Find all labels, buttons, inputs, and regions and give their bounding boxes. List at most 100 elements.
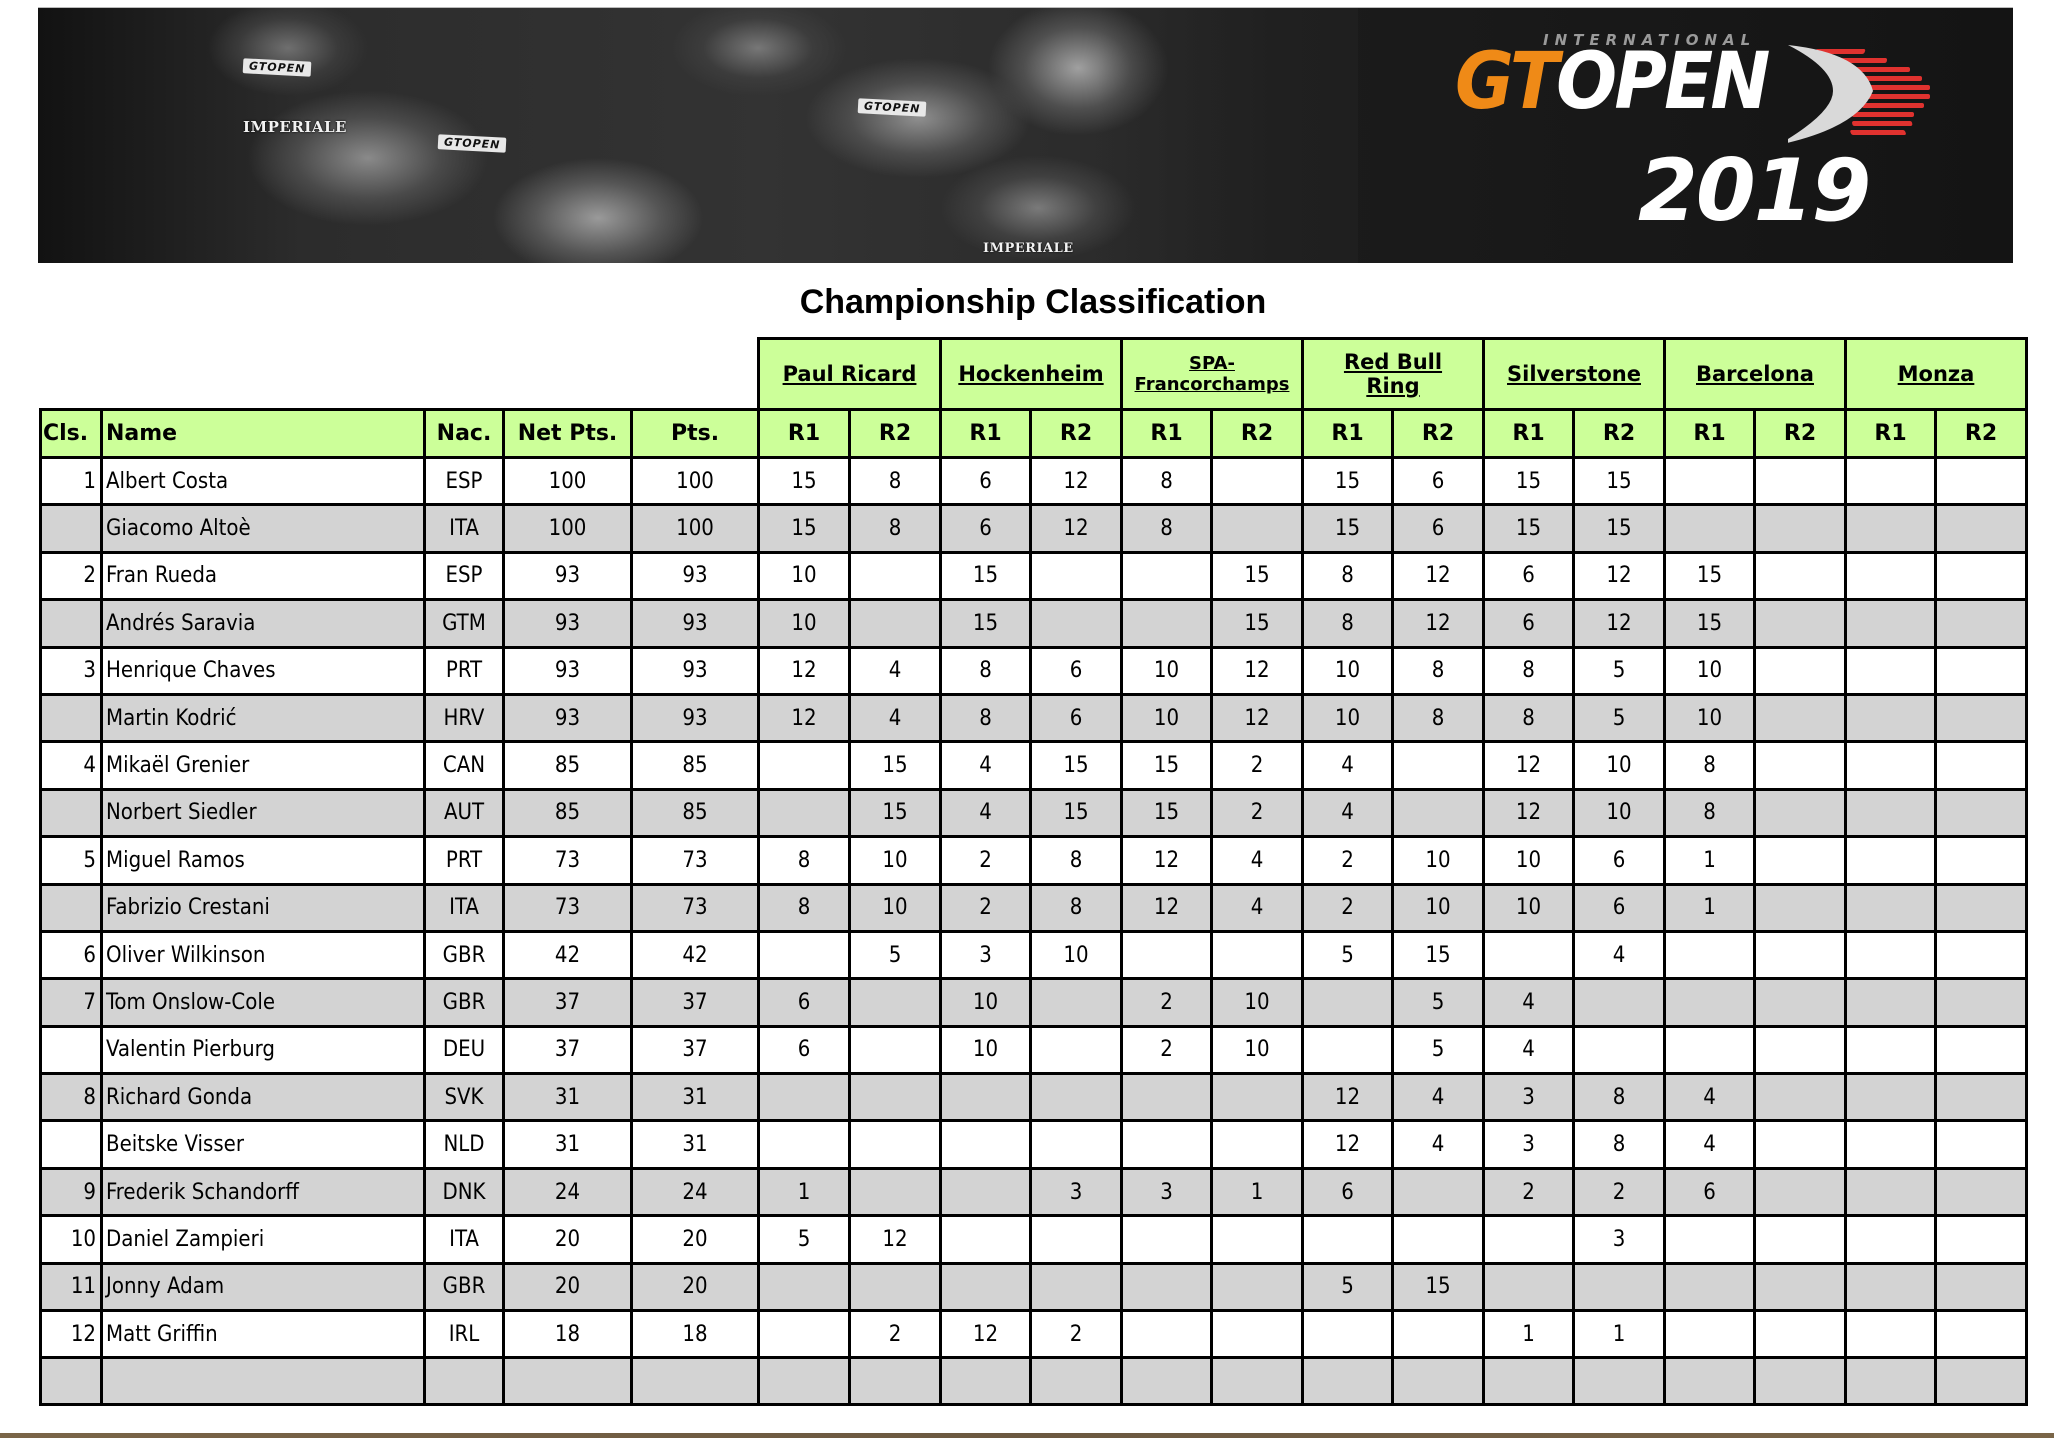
cell-race-points: 4 <box>1301 787 1394 839</box>
column-header-race: R2 <box>1210 408 1304 459</box>
cell-race-points <box>1844 1214 1937 1265</box>
cell-race-points: 12 <box>1210 692 1304 744</box>
event-link[interactable]: Barcelona <box>1696 362 1814 386</box>
photo-tag: IMPERIALE <box>243 118 347 136</box>
cell-race-points <box>1753 1072 1847 1123</box>
cell-race-points: 1 <box>1210 1166 1304 1218</box>
cell-race-points: 10 <box>939 1024 1032 1076</box>
cell-race-points: 6 <box>1391 503 1485 554</box>
cell-race-points <box>939 1261 1032 1313</box>
table-row: 5 Miguel Ramos PRT 73 73 8 10 2 8 12 4 2 10 10 6 1 <box>39 835 2028 886</box>
event-header-red-bull-ring[interactable]: Red Bull Ring <box>1301 337 1485 411</box>
event-link[interactable]: SPA-Francorchamps <box>1132 353 1292 395</box>
cell-name: Tom Onslow-Cole <box>100 977 426 1028</box>
cell-race-points: 2 <box>848 1309 942 1360</box>
cell-race-points: 8 <box>757 835 851 886</box>
cell-name: Martin Kodrić <box>100 692 426 744</box>
event-link[interactable]: Red Bull Ring <box>1338 350 1448 398</box>
event-link[interactable]: Paul Ricard <box>783 362 917 386</box>
cell-race-points: 15 <box>1301 503 1394 554</box>
event-header-barcelona[interactable]: Barcelona <box>1663 337 1847 411</box>
table-row: 4 Mikaël Grenier CAN 85 85 15 4 15 15 2 4 12 10 8 <box>39 740 2028 791</box>
cell-race-points: 15 <box>1482 455 1575 507</box>
column-header-race: R2 <box>848 408 942 459</box>
event-header-paul-ricard[interactable]: Paul Ricard <box>757 337 942 411</box>
cell-race-points <box>1844 787 1937 839</box>
cell-net-pts: 31 <box>502 1072 633 1123</box>
cell-cut-off <box>1572 1356 1666 1407</box>
cell-race-points <box>1210 1261 1304 1313</box>
cell-cut-off <box>502 1356 633 1407</box>
cell-race-points <box>1844 1072 1937 1123</box>
cell-race-points <box>1844 692 1937 744</box>
column-header-race: R1 <box>1301 408 1394 459</box>
cell-race-points: 15 <box>1120 787 1213 839</box>
cell-cut-off <box>1391 1356 1485 1407</box>
cell-nac: GBR <box>423 929 505 981</box>
cell-race-points: 8 <box>1120 503 1213 554</box>
cell-race-points: 15 <box>848 740 942 791</box>
event-header-spa-francorchamps[interactable]: SPA-Francorchamps <box>1120 337 1304 411</box>
cell-race-points: 5 <box>1391 977 1485 1028</box>
table-row: 7 Tom Onslow-Cole GBR 37 37 6 10 2 10 5 4 <box>39 977 2028 1028</box>
event-link[interactable]: Silverstone <box>1507 362 1641 386</box>
cell-race-points: 12 <box>1391 550 1485 602</box>
event-header-silverstone[interactable]: Silverstone <box>1482 337 1666 411</box>
cell-race-points: 2 <box>1120 977 1213 1028</box>
cell-race-points <box>1482 1261 1575 1313</box>
cell-race-points <box>1210 929 1304 981</box>
cell-pts: 37 <box>630 977 760 1028</box>
event-header-monza[interactable]: Monza <box>1844 337 2028 411</box>
cell-race-points: 8 <box>1663 787 1756 839</box>
logo-open-text: OPEN <box>1556 37 1770 127</box>
cell-nac: GBR <box>423 977 505 1028</box>
cell-race-points <box>1844 882 1937 933</box>
cell-race-points <box>1753 550 1847 602</box>
cell-race-points: 15 <box>1391 929 1485 981</box>
event-header-hockenheim[interactable]: Hockenheim <box>939 337 1123 411</box>
table-row: 1 Albert Costa ESP 100 100 15 8 6 12 8 15 6 15 15 <box>39 455 2028 507</box>
table-row: Martin Kodrić HRV 93 93 12 4 8 6 10 12 10 8 8 5 10 <box>39 692 2028 744</box>
column-header-cls: Cls. <box>39 408 103 459</box>
cell-race-points <box>1120 1309 1213 1360</box>
cell-race-points <box>1210 1072 1304 1123</box>
cell-nac: ITA <box>423 1214 505 1265</box>
cell-nac: ESP <box>423 455 505 507</box>
cell-race-points: 10 <box>1391 882 1485 933</box>
standings-body: 1 Albert Costa ESP 100 100 15 8 6 12 8 15 6 15 15 Giac… <box>39 455 2028 1407</box>
cell-name: Jonny Adam <box>100 1261 426 1313</box>
cell-race-points: 15 <box>1663 550 1756 602</box>
cell-cls <box>39 882 103 933</box>
column-header-race: R2 <box>1391 408 1485 459</box>
cell-race-points: 5 <box>1301 1261 1394 1313</box>
table-row: 10 Daniel Zampieri ITA 20 20 5 12 3 <box>39 1214 2028 1265</box>
cell-race-points <box>1934 1309 2028 1360</box>
cell-race-points <box>1753 1119 1847 1170</box>
cell-race-points <box>757 1309 851 1360</box>
cell-race-points <box>1934 692 2028 744</box>
cell-race-points: 4 <box>1572 929 1666 981</box>
event-link[interactable]: Hockenheim <box>958 362 1103 386</box>
cell-pts: 18 <box>630 1309 760 1360</box>
cell-cls <box>39 503 103 554</box>
cell-race-points: 8 <box>1572 1119 1666 1170</box>
cell-race-points <box>1844 1309 1937 1360</box>
event-link[interactable]: Monza <box>1898 362 1975 386</box>
cell-race-points: 12 <box>1572 550 1666 602</box>
cell-race-points <box>1844 503 1937 554</box>
cell-race-points: 3 <box>939 929 1032 981</box>
cell-nac: CAN <box>423 740 505 791</box>
table-row: Giacomo Altoè ITA 100 100 15 8 6 12 8 15 6 15 15 <box>39 503 2028 554</box>
cell-race-points: 10 <box>1663 645 1756 696</box>
cell-cut-off <box>630 1356 760 1407</box>
cell-race-points: 15 <box>1663 598 1756 649</box>
cell-race-points: 12 <box>1482 787 1575 839</box>
cell-race-points: 4 <box>1663 1119 1756 1170</box>
cell-race-points: 15 <box>939 550 1032 602</box>
cell-cls: 8 <box>39 1072 103 1123</box>
cell-race-points: 5 <box>848 929 942 981</box>
cell-race-points <box>848 1119 942 1170</box>
cell-net-pts: 93 <box>502 550 633 602</box>
cell-race-points <box>848 977 942 1028</box>
cell-pts: 24 <box>630 1166 760 1218</box>
